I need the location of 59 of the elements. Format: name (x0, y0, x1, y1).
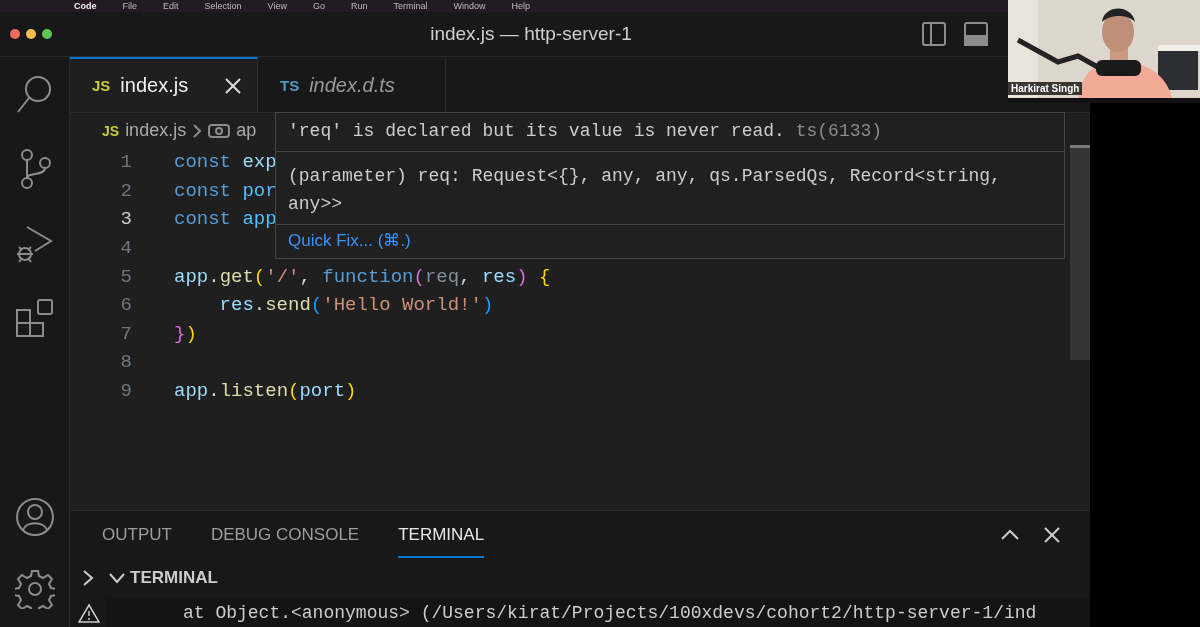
code-line: const exp (174, 151, 277, 174)
file-type-icon: JS (92, 77, 111, 94)
code-line: const app (174, 208, 277, 231)
code-line: const por (174, 179, 277, 202)
close-icon[interactable] (1042, 524, 1062, 545)
extensions-icon[interactable] (14, 298, 55, 338)
breadcrumb-item[interactable]: ap (236, 120, 257, 141)
close-icon[interactable] (223, 75, 243, 96)
line-number: 4 (119, 237, 132, 260)
settings-icon[interactable] (14, 569, 55, 609)
line-number: 3 (119, 208, 132, 231)
account-icon[interactable] (14, 497, 55, 537)
menu-item[interactable]: Window (453, 1, 486, 11)
line-number: 6 (119, 294, 132, 317)
line-number: 1 (119, 151, 132, 174)
terminal-section-header[interactable]: TERMINAL (108, 568, 218, 588)
maximize-window-button[interactable] (42, 29, 52, 39)
menu-item[interactable]: Selection (204, 1, 242, 11)
close-window-button[interactable] (10, 29, 20, 39)
menu-item[interactable]: File (122, 1, 137, 11)
panel-tab[interactable]: TERMINAL (398, 511, 485, 558)
code-line: app.listen(port) (174, 380, 357, 403)
run-debug-icon[interactable] (14, 223, 55, 265)
file-type-icon: JS (102, 122, 120, 139)
type-signature: (parameter) req: Request<{}, any, any, qs.ParsedQs, Record<string, any>> (288, 166, 1001, 214)
menu-item[interactable]: Help (511, 1, 530, 11)
code-line: app.get('/', function(req, res) { (174, 265, 551, 288)
menu-item[interactable]: Terminal (393, 1, 428, 11)
code-line: }) (174, 322, 197, 345)
app-menu[interactable]: Code (74, 1, 97, 11)
menu-item[interactable]: Go (312, 1, 325, 11)
menu-item[interactable]: Edit (163, 1, 179, 11)
window-title: index.js — http-server-1 (429, 23, 633, 45)
toggle-panel-icon[interactable] (964, 22, 988, 46)
line-number: 5 (119, 265, 132, 288)
panel-tab[interactable]: OUTPUT (102, 511, 172, 558)
symbol-icon (208, 122, 231, 139)
panel-tab[interactable]: DEBUG CONSOLE (210, 511, 360, 558)
chevron-down-icon (108, 572, 126, 584)
participant-name: Harkirat Singh (1008, 82, 1083, 95)
breadcrumb-item[interactable]: index.js (125, 120, 187, 141)
menu-item[interactable]: Run (350, 1, 368, 11)
diagnostic-message: 'req' is declared but its value is never read. ts(6133) (287, 120, 884, 143)
scrollbar-thumb[interactable] (1070, 145, 1090, 360)
terminal-output: at Object.<anonymous> (/Users/kirat/Projects/100xdevs/cohort2/http-server-1/ind (107, 598, 1090, 627)
quick-fix-link[interactable]: Quick Fix... (⌘.) (288, 231, 411, 250)
line-number: 7 (119, 322, 132, 345)
chevron-right-icon[interactable] (82, 569, 94, 587)
code-line: res.send('Hello World!') (218, 294, 494, 317)
file-type-icon: TS (280, 77, 300, 94)
line-number: 9 (119, 380, 132, 403)
line-number: 8 (119, 351, 132, 374)
toggle-sidebar-icon[interactable] (922, 22, 946, 46)
chevron-right-icon (192, 122, 203, 139)
editor-tab[interactable]: JS index.js (70, 57, 258, 112)
minimize-window-button[interactable] (26, 29, 36, 39)
line-number: 2 (119, 179, 132, 202)
warning-icon (77, 602, 100, 623)
menu-item[interactable]: View (267, 1, 287, 11)
